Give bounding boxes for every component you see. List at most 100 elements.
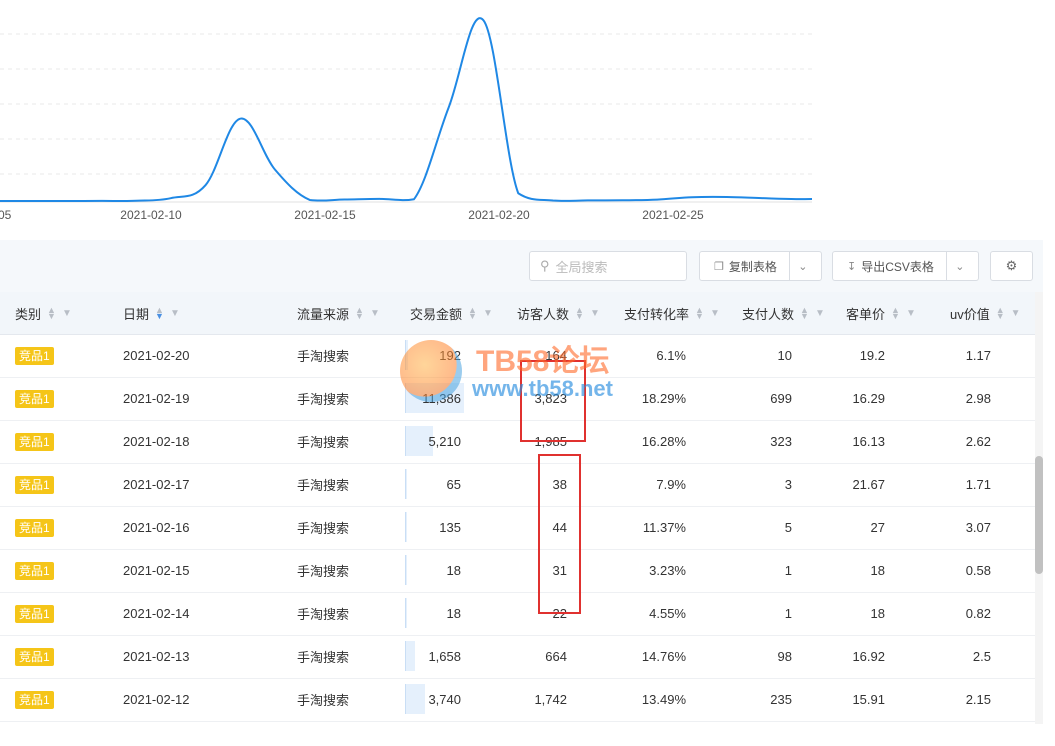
buyers-cell: 3 <box>784 477 792 492</box>
x-tick-label: 2021-02-25 <box>642 208 704 222</box>
table-row[interactable]: 竞品1 2021-02-16 手淘搜索 135 44 11.37% 5 27 3.07 <box>0 506 1035 550</box>
table-row[interactable]: 竞品1 2021-02-20 手淘搜索 192 164 6.1% 10 19.2 1.17 <box>0 335 1035 378</box>
column-header-unit-price[interactable]: 客单价 ▲ ▼ ▼ <box>846 292 916 334</box>
table-row[interactable]: 竞品1 2021-02-15 手淘搜索 18 31 3.23% 1 18 0.58 <box>0 549 1035 593</box>
uv-value-cell: 0.82 <box>965 606 991 621</box>
conversion-cell: 6.1% <box>656 348 686 363</box>
filter-icon[interactable]: ▼ <box>710 308 720 319</box>
column-header-date[interactable]: 日期 ▲ ▼ ▼ <box>123 292 180 334</box>
table-row[interactable]: 竞品1 2021-02-19 手淘搜索 11,386 3,823 18.29% 699 16.… <box>0 377 1035 421</box>
filter-icon[interactable]: ▼ <box>483 308 493 319</box>
unit-price-cell: 16.13 <box>852 434 885 449</box>
amount-cell: 18 <box>446 563 461 578</box>
table-row[interactable]: 竞品1 2021-02-17 手淘搜索 65 38 7.9% 3 21.67 1.71 <box>0 463 1035 507</box>
buyers-cell: 98 <box>777 649 792 664</box>
amount-cell: 18 <box>446 606 461 621</box>
conversion-cell: 4.55% <box>649 606 686 621</box>
sort-icon[interactable]: ▲ ▼ <box>996 306 1005 321</box>
column-header-conversion[interactable]: 支付转化率 ▲ ▼ ▼ <box>624 292 720 334</box>
global-search-input[interactable]: ⚲ 全局搜索 <box>529 251 687 281</box>
unit-price-cell: 19.2 <box>859 348 885 363</box>
copy-table-label: 复制表格 <box>728 259 777 274</box>
conversion-cell: 7.9% <box>656 477 686 492</box>
uv-value-cell: 2.15 <box>965 692 991 707</box>
x-tick-label: 05 <box>0 208 12 222</box>
scrollbar-thumb[interactable] <box>1035 456 1043 574</box>
source-cell: 手淘搜索 <box>297 435 350 450</box>
column-header-traffic-source[interactable]: 流量来源 ▲ ▼ ▼ <box>297 292 380 334</box>
conversion-cell: 14.76% <box>641 649 686 664</box>
filter-icon[interactable]: ▼ <box>170 308 180 319</box>
filter-icon[interactable]: ▼ <box>590 308 600 319</box>
column-header-category[interactable]: 类别 ▲ ▼ ▼ <box>15 292 72 334</box>
date-cell: 2021-02-20 <box>123 348 190 363</box>
category-badge: 竞品1 <box>15 432 54 451</box>
unit-price-cell: 21.67 <box>852 477 885 492</box>
table-row[interactable]: 竞品12021-02-11手淘搜索1,10040014.00%7016.002.… <box>0 721 1035 725</box>
category-badge: 竞品1 <box>15 475 54 494</box>
table-row[interactable]: 竞品1 2021-02-18 手淘搜索 5,210 1,985 16.28% 323 16.1… <box>0 420 1035 464</box>
sort-icon[interactable]: ▲ ▼ <box>47 306 56 321</box>
buyers-cell: 5 <box>784 520 792 535</box>
export-csv-label: 导出CSV表格 <box>861 259 934 274</box>
conversion-cell: 16.28% <box>641 434 686 449</box>
category-badge: 竞品1 <box>15 561 54 580</box>
filter-icon[interactable]: ▼ <box>62 308 72 319</box>
column-header-uv-value[interactable]: uv价值 ▲ ▼ ▼ <box>950 292 1021 334</box>
unit-price-cell: 16.29 <box>852 391 885 406</box>
download-icon: ↧ <box>847 260 857 273</box>
unit-price-cell: 27 <box>870 520 885 535</box>
source-cell: 手淘搜索 <box>297 693 350 708</box>
highlight-box <box>520 360 586 442</box>
uv-value-cell: 0.58 <box>965 563 991 578</box>
amount-cell: 65 <box>446 477 461 492</box>
uv-value-cell: 1.17 <box>965 348 991 363</box>
traffic-line-chart: 05 2021-02-10 2021-02-15 2021-02-20 2021-02-… <box>0 17 812 222</box>
source-cell: 手淘搜索 <box>297 478 350 493</box>
sort-icon[interactable]: ▲ ▼ <box>355 306 364 321</box>
filter-icon[interactable]: ▼ <box>1011 308 1021 319</box>
filter-icon[interactable]: ▼ <box>815 308 825 319</box>
table-row[interactable]: 竞品1 2021-02-13 手淘搜索 1,658 664 14.76% 98 16.92 2.… <box>0 635 1035 679</box>
sort-icon[interactable]: ▲ ▼ <box>695 306 704 321</box>
category-badge: 竞品1 <box>15 518 54 537</box>
column-header-amount[interactable]: 交易金额 ▲ ▼ ▼ <box>410 292 493 334</box>
conversion-cell: 11.37% <box>642 520 686 535</box>
x-tick-label: 2021-02-15 <box>294 208 356 222</box>
amount-cell: 135 <box>439 520 461 535</box>
category-badge: 竞品1 <box>15 346 54 365</box>
copy-icon: ❐ <box>714 260 724 273</box>
column-header-buyers[interactable]: 支付人数 ▲ ▼ ▼ <box>742 292 825 334</box>
conversion-cell: 3.23% <box>649 563 686 578</box>
conversion-cell: 13.49% <box>641 692 686 707</box>
search-icon: ⚲ <box>540 258 550 273</box>
sort-icon[interactable]: ▲ ▼ <box>575 306 584 321</box>
amount-cell: 3,740 <box>428 692 461 707</box>
chevron-down-icon[interactable]: ⌄ <box>945 252 973 280</box>
sort-icon[interactable]: ▲ ▼ <box>800 306 809 321</box>
category-badge: 竞品1 <box>15 690 54 709</box>
sort-icon[interactable]: ▲ ▼ <box>891 306 900 321</box>
sort-icon[interactable]: ▲ ▼ <box>155 306 164 321</box>
copy-table-button[interactable]: ❐ 复制表格 ⌄ <box>699 251 822 281</box>
date-cell: 2021-02-12 <box>123 692 190 707</box>
category-badge: 竞品1 <box>15 604 54 623</box>
column-header-visitors[interactable]: 访客人数 ▲ ▼ ▼ <box>517 292 600 334</box>
filter-icon[interactable]: ▼ <box>370 308 380 319</box>
filter-icon[interactable]: ▼ <box>906 308 916 319</box>
chevron-down-icon[interactable]: ⌄ <box>788 252 816 280</box>
source-cell: 手淘搜索 <box>297 392 350 407</box>
x-tick-label: 2021-02-10 <box>120 208 182 222</box>
table-row[interactable]: 竞品1 2021-02-12 手淘搜索 3,740 1,742 13.49% 235 15.9… <box>0 678 1035 722</box>
date-cell: 2021-02-13 <box>123 649 190 664</box>
date-cell: 2021-02-18 <box>123 434 190 449</box>
date-cell: 2021-02-14 <box>123 606 190 621</box>
buyers-cell: 1 <box>784 606 792 621</box>
table-row[interactable]: 竞品1 2021-02-14 手淘搜索 18 22 4.55% 1 18 0.82 <box>0 592 1035 636</box>
uv-value-cell: 2.62 <box>965 434 991 449</box>
sort-icon[interactable]: ▲ ▼ <box>468 306 477 321</box>
buyers-cell: 1 <box>784 563 792 578</box>
export-csv-button[interactable]: ↧ 导出CSV表格 ⌄ <box>832 251 979 281</box>
settings-button[interactable]: ⚙ <box>990 251 1033 281</box>
date-cell: 2021-02-16 <box>123 520 190 535</box>
